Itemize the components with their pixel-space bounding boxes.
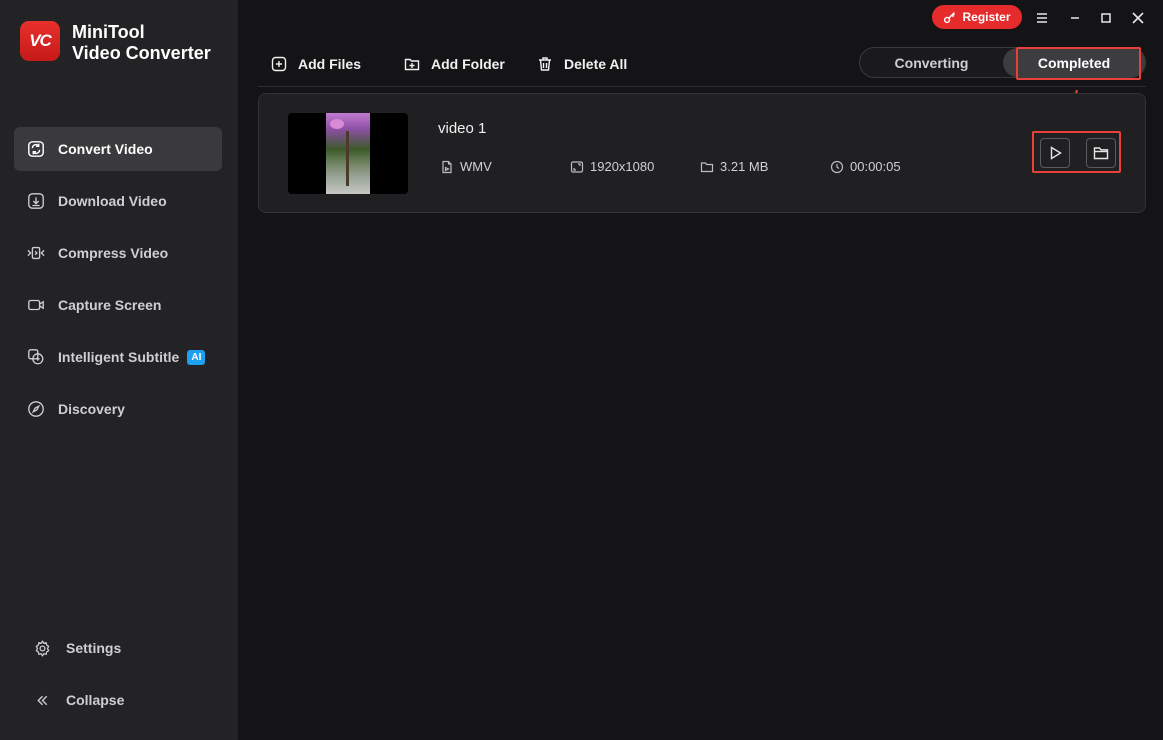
- minimize-button[interactable]: [1065, 8, 1085, 28]
- sidebar-item-label: Download Video: [58, 193, 167, 209]
- sidebar-item-convert-video[interactable]: Convert Video: [14, 127, 222, 171]
- clock-icon: [830, 160, 844, 173]
- double-chevron-left-icon: [32, 690, 52, 710]
- app-window: VC MiniTool Video Converter Convert Vide…: [0, 0, 1163, 740]
- key-icon: [944, 11, 956, 23]
- camera-icon: [26, 295, 46, 315]
- app-logo: VC: [20, 21, 60, 61]
- convert-icon: [26, 139, 46, 159]
- file-format: WMV: [440, 159, 492, 174]
- collapse-button[interactable]: Collapse: [32, 690, 124, 710]
- add-files-label: Add Files: [298, 56, 362, 72]
- maximize-icon: [1101, 13, 1111, 23]
- collapse-label: Collapse: [66, 692, 125, 708]
- close-button[interactable]: [1128, 8, 1148, 28]
- resolution-icon: [570, 160, 584, 173]
- open-folder-button[interactable]: [1086, 138, 1116, 168]
- file-size: 3.21 MB: [700, 159, 768, 174]
- tab-completed[interactable]: Completed: [1003, 48, 1145, 77]
- subtitle-icon: [26, 347, 46, 367]
- add-folder-button[interactable]: Add Folder: [404, 54, 505, 74]
- menu-button[interactable]: [1032, 8, 1052, 28]
- sidebar-item-compress-video[interactable]: Compress Video: [14, 231, 222, 275]
- sidebar-item-capture-screen[interactable]: Capture Screen: [14, 283, 222, 327]
- sidebar-item-label: Convert Video: [58, 141, 153, 157]
- close-icon: [1132, 12, 1144, 24]
- sidebar-item-label: Intelligent Subtitle: [58, 349, 180, 365]
- app-title: MiniTool Video Converter: [72, 22, 211, 64]
- folder-icon: [1093, 147, 1109, 160]
- gear-icon: [32, 638, 52, 658]
- settings-label: Settings: [66, 640, 122, 656]
- maximize-button[interactable]: [1096, 8, 1116, 28]
- ai-badge: AI: [187, 349, 206, 365]
- app-title-line1: MiniTool: [72, 22, 145, 42]
- app-title-line2: Video Converter: [72, 43, 211, 63]
- file-name: video 1: [438, 120, 487, 137]
- file-resolution-value: 1920x1080: [590, 159, 655, 174]
- sidebar-item-download-video[interactable]: Download Video: [14, 179, 222, 223]
- status-tab-switch: Converting Completed: [859, 47, 1146, 78]
- sidebar-item-label: Discovery: [58, 401, 125, 417]
- sidebar-nav: Convert Video Download Video Compress Vi…: [14, 127, 222, 439]
- toolbar-divider: [258, 86, 1146, 87]
- register-button[interactable]: Register: [932, 5, 1022, 29]
- file-duration: 00:00:05: [830, 159, 901, 174]
- file-format-value: WMV: [460, 159, 492, 174]
- folder-size-icon: [700, 161, 714, 172]
- compass-icon: [26, 399, 46, 419]
- file-format-icon: [442, 160, 452, 173]
- file-resolution: 1920x1080: [570, 159, 654, 174]
- trash-icon: [539, 57, 551, 71]
- video-thumbnail[interactable]: [288, 113, 408, 194]
- register-label: Register: [962, 10, 1011, 24]
- add-folder-icon: [404, 58, 420, 71]
- hamburger-menu-icon: [1037, 13, 1047, 23]
- tab-converting[interactable]: Converting: [860, 48, 1003, 77]
- logo-text: VC: [29, 31, 52, 50]
- file-item-card: video 1 WMV 1920x1080 3.21 MB 00:00:05: [258, 93, 1146, 213]
- delete-all-button[interactable]: Delete All: [537, 54, 627, 74]
- thumbnail-image: [326, 113, 370, 194]
- sidebar-item-label: Compress Video: [58, 245, 169, 261]
- sidebar-item-discovery[interactable]: Discovery: [14, 387, 222, 431]
- minimize-icon: [1071, 17, 1079, 19]
- add-file-icon: [271, 56, 287, 72]
- sidebar: VC MiniTool Video Converter Convert Vide…: [0, 0, 238, 740]
- play-icon: [1050, 146, 1062, 160]
- file-duration-value: 00:00:05: [850, 159, 901, 174]
- download-icon: [26, 191, 46, 211]
- add-files-button[interactable]: Add Files: [271, 54, 361, 74]
- file-size-value: 3.21 MB: [720, 159, 769, 174]
- delete-all-label: Delete All: [564, 56, 628, 72]
- play-button[interactable]: [1040, 138, 1070, 168]
- compress-icon: [26, 243, 46, 263]
- sidebar-item-label: Capture Screen: [58, 297, 162, 313]
- add-folder-label: Add Folder: [431, 56, 505, 72]
- sidebar-item-intelligent-subtitle[interactable]: Intelligent Subtitle AI: [14, 335, 222, 379]
- settings-button[interactable]: Settings: [32, 638, 121, 658]
